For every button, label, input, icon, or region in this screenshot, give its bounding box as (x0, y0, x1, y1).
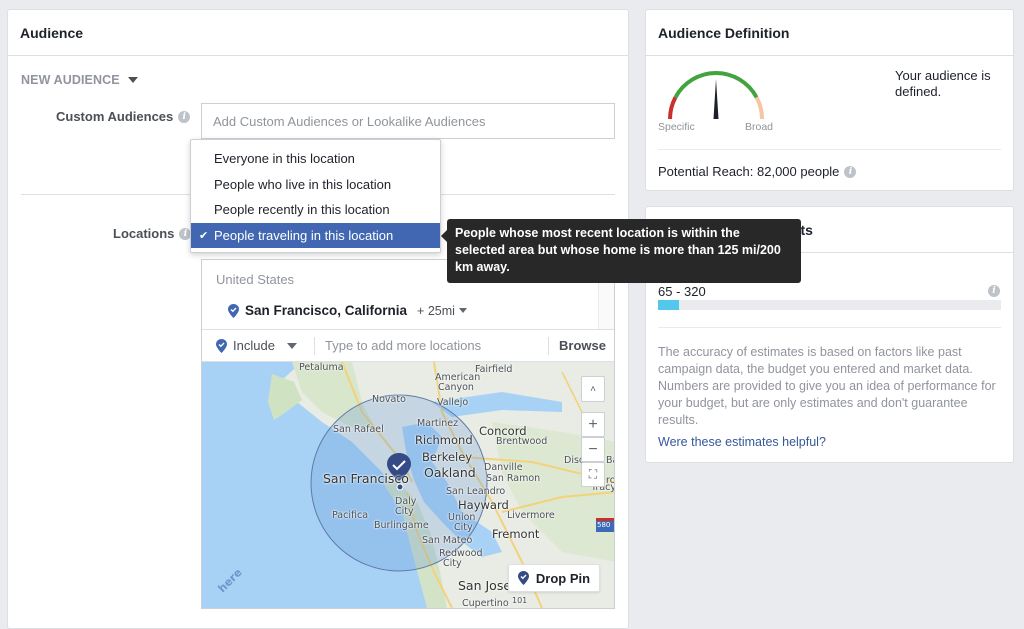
audience-definition-panel: Audience Definition Specific Broad Your … (645, 9, 1014, 191)
results-progress-bar (658, 300, 1001, 310)
results-disclaimer: The accuracy of estimates is based on fa… (658, 345, 996, 427)
map-label: Brentwood (496, 436, 548, 447)
location-pin-icon (228, 303, 239, 318)
include-label: Include (233, 338, 275, 353)
potential-reach-text: Potential Reach: 82,000 people (658, 164, 840, 179)
map-label: Cupertino (462, 598, 509, 608)
checkmark-icon: ✔ (199, 229, 209, 242)
chevron-down-icon (286, 342, 297, 349)
divider (658, 327, 1001, 328)
gauge-needle (713, 79, 719, 119)
map-label: Novato (372, 394, 406, 405)
map-label: Vallejo (437, 397, 469, 408)
menu-item-traveling[interactable]: ✔ People traveling in this location (191, 222, 440, 248)
info-icon[interactable]: i (178, 110, 191, 123)
recenter-button[interactable]: ⛶ (581, 462, 605, 487)
plus-icon: + (588, 415, 598, 433)
new-audience-label: NEW AUDIENCE (21, 73, 120, 87)
map-label: San Ramon (486, 473, 541, 484)
gauge-specific-label: Specific (658, 121, 695, 133)
custom-audiences-input[interactable] (201, 103, 615, 139)
new-audience-dropdown[interactable]: NEW AUDIENCE (21, 73, 138, 87)
radius-dropdown[interactable]: + 25mi (417, 304, 467, 318)
location-city: San Francisco, California (245, 303, 408, 318)
zoom-out-button[interactable]: − (581, 437, 605, 462)
custom-audiences-label-text: Custom Audiences (56, 109, 174, 124)
map-label: Burlingame (374, 520, 429, 531)
map-label: San Rafael (333, 424, 384, 435)
info-icon[interactable]: i (844, 165, 857, 178)
audience-panel: Audience NEW AUDIENCE Custom Audiences i… (7, 9, 629, 629)
map-label: City (443, 558, 462, 569)
menu-item-live[interactable]: People who live in this location (191, 172, 440, 198)
map-label: Fremont (492, 527, 540, 541)
location-search-row: Include Browse (202, 330, 614, 362)
results-range: 65 - 320 (658, 284, 706, 299)
audience-gauge (668, 71, 764, 120)
map-label: Berkeley (422, 450, 473, 464)
gauge-broad-label: Broad (745, 121, 774, 133)
custom-audiences-label: Custom Audiences i (56, 109, 191, 124)
menu-item-label: People recently in this location (214, 202, 390, 218)
map-label: San Jose (458, 578, 512, 593)
map-label: Richmond (415, 433, 473, 447)
map-label: Fairfield (475, 364, 513, 375)
recenter-icon: ⛶ (588, 467, 598, 481)
map-label: Bay (606, 455, 614, 466)
map-label: San Leandro (446, 486, 506, 497)
include-dropdown[interactable]: Include (202, 330, 314, 361)
map-label: Petaluma (299, 362, 344, 373)
map-label: Livermore (507, 510, 555, 521)
chevron-up-icon: ˄ (590, 383, 596, 395)
highway-580-label: 580 (597, 521, 611, 529)
locations-label: Locations i (113, 226, 192, 241)
location-type-menu: Everyone in this location People who liv… (190, 139, 441, 253)
browse-button[interactable]: Browse (548, 336, 614, 355)
location-country: United States (216, 272, 295, 287)
map-label: rop (606, 475, 614, 486)
audience-definition-title: Audience Definition (646, 10, 1013, 56)
map-label: Danville (484, 462, 523, 473)
location-pin-icon (517, 571, 529, 585)
location-search-input[interactable] (315, 330, 549, 361)
map-label: City (454, 522, 473, 533)
chevron-down-icon (458, 308, 467, 313)
map-label: Oakland (424, 465, 476, 480)
menu-item-label: People who live in this location (214, 176, 392, 192)
audience-panel-title: Audience (8, 10, 628, 56)
tooltip: People whose most recent location is wit… (441, 219, 801, 283)
drop-pin-button[interactable]: Drop Pin (508, 564, 600, 592)
location-pin-icon (216, 338, 227, 353)
map-label: Hayward (458, 498, 509, 512)
divider (658, 149, 1001, 150)
audience-status: Your audience is defined. (895, 68, 991, 99)
estimates-feedback-link[interactable]: Were these estimates helpful? (658, 435, 826, 449)
zoom-in-button[interactable]: + (581, 412, 605, 437)
locations-box: United States San Francisco, California … (201, 259, 615, 609)
menu-item-label: Everyone in this location (214, 151, 355, 167)
drop-pin-label: Drop Pin (535, 570, 591, 586)
menu-item-label: People traveling in this location (214, 227, 394, 243)
map-label: Martinez (417, 418, 459, 429)
map-label: Pacifica (332, 510, 369, 521)
map-label: City (395, 506, 414, 517)
minus-icon: − (588, 440, 598, 458)
map-collapse-button[interactable]: ˄ (581, 376, 605, 402)
gauge-high-arc (754, 96, 764, 120)
location-map[interactable]: Petaluma Fairfield American Canyon Novat… (202, 362, 614, 608)
chevron-down-icon (127, 77, 138, 83)
radius-value: + 25mi (417, 303, 455, 318)
potential-reach: Potential Reach: 82,000 people i (658, 164, 857, 179)
menu-item-recently[interactable]: People recently in this location (191, 197, 440, 223)
gauge-low-arc (668, 96, 678, 120)
results-progress-fill (658, 300, 679, 310)
menu-item-everyone[interactable]: Everyone in this location (191, 146, 440, 172)
highway-101-label: 101 (512, 596, 528, 605)
locations-label-text: Locations (113, 226, 175, 241)
map-label: Canyon (438, 382, 474, 393)
map-label: San Mateo (422, 535, 473, 546)
map-label: San Francisco (323, 471, 409, 486)
info-icon[interactable]: i (988, 285, 1000, 297)
location-item: San Francisco, California + 25mi (228, 303, 467, 318)
